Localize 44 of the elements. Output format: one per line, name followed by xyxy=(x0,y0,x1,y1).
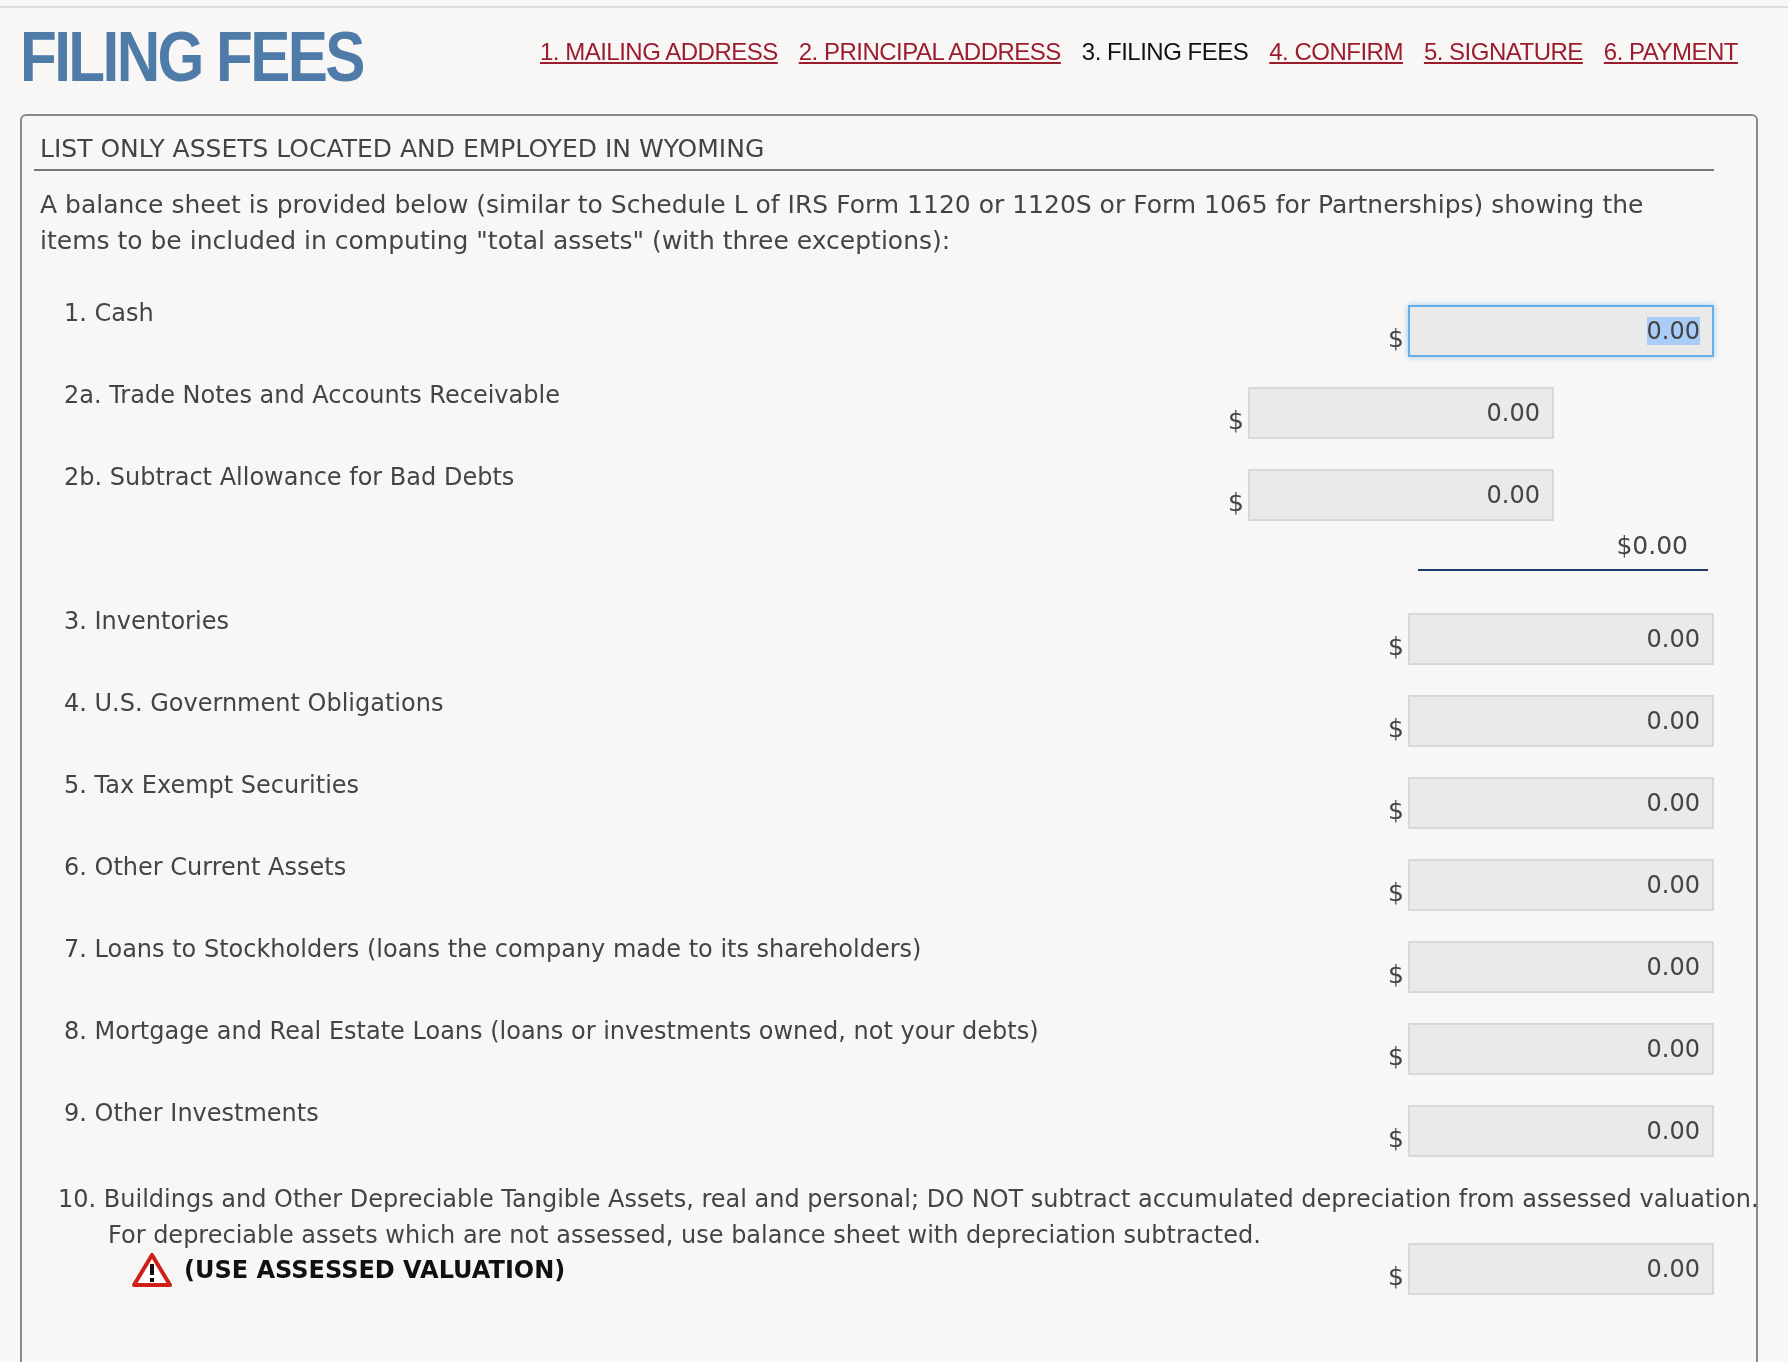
item-label: 3. Inventories xyxy=(64,606,229,635)
section-heading: LIST ONLY ASSETS LOCATED AND EMPLOYED IN WYOMING xyxy=(34,130,1714,171)
currency-sign: $ xyxy=(1388,878,1404,909)
item-label: 6. Other Current Assets xyxy=(64,852,347,881)
warning-icon xyxy=(132,1253,172,1287)
currency-sign: $ xyxy=(1388,324,1404,355)
item-label: 2a. Trade Notes and Accounts Receivable xyxy=(64,380,560,409)
currency-sign: $ xyxy=(1388,1124,1404,1155)
currency-sign: $ xyxy=(1388,1042,1404,1073)
step-link[interactable]: 4. CONFIRM xyxy=(1269,38,1403,66)
amount-field[interactable]: 0.00 xyxy=(1248,469,1554,521)
amount-field[interactable]: 0.00 xyxy=(1408,305,1714,357)
step-link[interactable]: 1. MAILING ADDRESS xyxy=(540,38,778,66)
step-link[interactable]: 3. FILING FEES xyxy=(1081,38,1249,66)
currency-sign: $ xyxy=(1388,960,1404,991)
amount-field[interactable]: 0.00 xyxy=(1408,859,1714,911)
item-label: 9. Other Investments xyxy=(64,1098,319,1127)
item-label: 1. Cash xyxy=(64,298,154,327)
step-link[interactable]: 6. PAYMENT xyxy=(1603,38,1738,66)
item-label: 4. U.S. Government Obligations xyxy=(64,688,444,717)
item-label: 5. Tax Exempt Securities xyxy=(64,770,360,799)
intro-text: A balance sheet is provided below (similar to Schedule L of IRS Form 1120 or 1120S or Form 1065 for Partnerships) showing the items to be included in computing "total assets" (with three exceptions): xyxy=(40,189,1645,257)
amount-field[interactable]: 0.00 xyxy=(1408,1023,1714,1075)
currency-sign: $ xyxy=(1388,1262,1404,1293)
item-label: 8. Mortgage and Real Estate Loans (loans or investments owned, not your debts) xyxy=(64,1016,1039,1045)
amount-field[interactable]: 0.00 xyxy=(1408,613,1714,665)
amount-field[interactable]: 0.00 xyxy=(1408,777,1714,829)
currency-sign: $ xyxy=(1228,406,1244,437)
currency-sign: $ xyxy=(1228,488,1244,519)
amount-field[interactable]: 0.00 xyxy=(1408,1243,1714,1295)
item-label: 7. Loans to Stockholders (loans the company made to its shareholders) xyxy=(64,934,922,963)
item-label: 2b. Subtract Allowance for Bad Debts xyxy=(64,462,515,491)
step-link[interactable]: 2. PRINCIPAL ADDRESS xyxy=(798,38,1061,66)
page-title: FILING FEES xyxy=(20,22,364,92)
subtotal-amount: $0.00 xyxy=(1418,531,1708,571)
currency-sign: $ xyxy=(1388,714,1404,745)
amount-field[interactable]: 0.00 xyxy=(1408,941,1714,993)
warning-text: (USE ASSESSED VALUATION) xyxy=(184,1256,566,1284)
currency-sign: $ xyxy=(1388,796,1404,827)
step-link[interactable]: 5. SIGNATURE xyxy=(1423,38,1583,66)
amount-field[interactable]: 0.00 xyxy=(1408,695,1714,747)
currency-sign: $ xyxy=(1388,632,1404,663)
amount-field[interactable]: 0.00 xyxy=(1248,387,1554,439)
amount-field[interactable]: 0.00 xyxy=(1408,1105,1714,1157)
